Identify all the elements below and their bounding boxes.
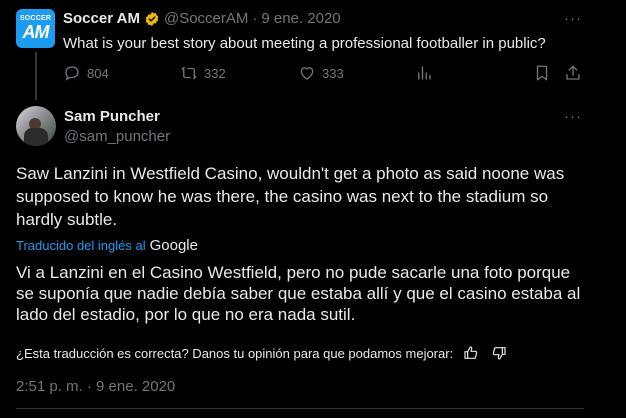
tweet-header: Soccer AM @SoccerAM · 9 ene. 2020 bbox=[63, 10, 341, 27]
more-options-icon[interactable]: ··· bbox=[564, 10, 582, 27]
bookmark-icon bbox=[536, 65, 548, 81]
separator: · bbox=[252, 10, 258, 27]
parent-tweet[interactable]: SOCCER AM Soccer AM @SoccerAM · 9 ene. 2… bbox=[0, 0, 600, 100]
views-button[interactable] bbox=[415, 64, 439, 82]
bookmark-button[interactable] bbox=[533, 64, 557, 82]
avatar-label: SOCCER bbox=[19, 15, 52, 22]
thumbs-up-button[interactable] bbox=[461, 344, 481, 362]
analytics-icon bbox=[418, 66, 431, 80]
translation-attribution[interactable]: Traducido del inglés al Google bbox=[16, 237, 198, 254]
tweet-actions: 804 332 333 bbox=[63, 64, 583, 84]
avatar-body bbox=[24, 128, 48, 146]
author-handle[interactable]: @SoccerAM bbox=[164, 10, 248, 27]
author-name[interactable]: Sam Puncher bbox=[64, 108, 160, 125]
translated-text: Vi a Lanzini en el Casino Westfield, per… bbox=[16, 263, 581, 324]
share-icon bbox=[566, 65, 580, 80]
verified-badge-icon bbox=[144, 11, 160, 27]
reply-icon bbox=[65, 66, 79, 81]
share-button[interactable] bbox=[564, 64, 588, 82]
reply-count: 804 bbox=[87, 65, 109, 81]
like-button[interactable]: 333 bbox=[298, 64, 344, 82]
retweet-button[interactable]: 332 bbox=[180, 64, 226, 82]
more-options-icon[interactable]: ··· bbox=[564, 108, 582, 125]
author-handle[interactable]: @sam_puncher bbox=[64, 128, 170, 145]
translated-from-label: Traducido del inglés al bbox=[16, 238, 146, 253]
divider bbox=[16, 408, 584, 409]
avatar[interactable]: SOCCER AM bbox=[16, 9, 55, 48]
like-count: 333 bbox=[322, 65, 344, 81]
avatar[interactable] bbox=[16, 106, 56, 146]
thumbs-up-icon bbox=[464, 346, 478, 359]
thumbs-down-icon bbox=[492, 347, 506, 360]
retweet-icon bbox=[181, 66, 197, 80]
google-logo: Google bbox=[149, 237, 198, 254]
retweet-count: 332 bbox=[204, 65, 226, 81]
thread-line bbox=[35, 52, 37, 100]
tweet-timestamp[interactable]: 2:51 p. m. · 9 ene. 2020 bbox=[16, 378, 175, 395]
reply-tweet: Sam Puncher @sam_puncher ··· Saw Lanzini… bbox=[0, 96, 600, 418]
tweet-text: Saw Lanzini in Westfield Casino, wouldn'… bbox=[16, 164, 565, 229]
translation-feedback: ¿Esta traducción es correcta? Danos tu o… bbox=[16, 344, 509, 362]
feedback-prompt: ¿Esta traducción es correcta? Danos tu o… bbox=[16, 345, 454, 361]
reply-button[interactable]: 804 bbox=[63, 64, 109, 82]
tweet-text: What is your best story about meeting a … bbox=[63, 35, 546, 52]
tweet-date[interactable]: 9 ene. 2020 bbox=[261, 10, 340, 27]
author-name[interactable]: Soccer AM bbox=[63, 10, 140, 27]
avatar-mark: AM bbox=[22, 22, 50, 42]
thumbs-down-button[interactable] bbox=[489, 344, 509, 362]
heart-icon bbox=[300, 67, 314, 80]
